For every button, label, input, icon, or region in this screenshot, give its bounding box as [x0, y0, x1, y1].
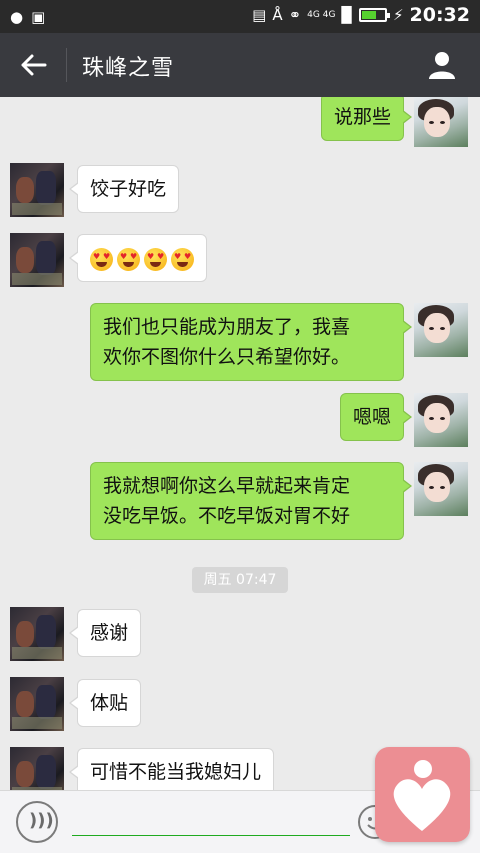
contact-avatar[interactable]: [10, 607, 64, 661]
signal-icon: ▉: [341, 6, 353, 24]
message-text-line: 没吃早饭。不吃早饭对胃不好: [103, 505, 351, 527]
my-avatar[interactable]: [414, 303, 468, 357]
message-text: 嗯嗯: [352, 406, 391, 428]
my-avatar[interactable]: [414, 97, 468, 147]
message-bubble[interactable]: 说那些: [320, 97, 413, 141]
timestamp: 周五 07:47: [192, 567, 288, 593]
message-bubble[interactable]: 我们也只能成为朋友了，我喜 欢你不图你什么只希望你好。: [90, 303, 412, 381]
back-arrow-icon: [21, 54, 47, 76]
message-text: 说那些: [333, 106, 391, 128]
message-text-line: 我就想啊你这么早就起来肯定: [103, 475, 351, 497]
contact-avatar[interactable]: [10, 747, 64, 790]
heart-eyes-emoji-icon: ♥ ♥: [90, 248, 113, 271]
contact-avatar[interactable]: [10, 233, 64, 287]
message-text: 体贴: [90, 692, 129, 714]
back-button[interactable]: [18, 49, 50, 81]
chat-title: 珠峰之雪: [82, 56, 175, 81]
status-bar: ● ▣ ▤ Å ⚭ 4G 4G ▉ ⚡ 20:32: [0, 0, 480, 33]
heart-eyes-emoji-icon: ♥ ♥: [144, 248, 167, 271]
heart-widget-icon: [393, 760, 451, 831]
heart-eyes-emoji-icon: ♥ ♥: [171, 248, 194, 271]
message-bubble[interactable]: 感谢: [68, 609, 142, 657]
profile-icon: [429, 52, 455, 79]
headset-icon: ⚭: [288, 6, 302, 24]
message-text: 饺子好吃: [90, 178, 167, 200]
my-avatar[interactable]: [414, 462, 468, 516]
floating-heart-widget[interactable]: [375, 747, 470, 842]
app-notification-icon: ●: [10, 8, 24, 26]
profile-button[interactable]: [426, 49, 458, 81]
heart-eyes-emoji-icon: ♥ ♥: [117, 248, 140, 271]
network-type: 4G 4G: [307, 10, 336, 20]
voice-icon: ))): [29, 810, 54, 831]
message-text: 感谢: [90, 622, 129, 644]
message-bubble[interactable]: 体贴: [68, 679, 142, 727]
battery-icon: [358, 8, 390, 22]
image-notification-icon: ▣: [31, 8, 46, 26]
message-text: 可惜不能当我媳妇儿: [90, 761, 262, 783]
message-bubble[interactable]: 嗯嗯: [339, 393, 413, 441]
voice-button[interactable]: ))): [16, 801, 58, 843]
chat-area[interactable]: 说那些 饺子好吃 ♥ ♥ ♥ ♥ ♥ ♥ ♥ ♥ 我们也只能成为朋友了，我喜 欢你不图你…: [0, 97, 480, 790]
header-divider: [66, 48, 67, 82]
charging-icon: ⚡: [392, 6, 404, 24]
my-avatar[interactable]: [414, 393, 468, 447]
message-bubble[interactable]: 可惜不能当我媳妇儿: [68, 748, 275, 790]
message-input[interactable]: [72, 835, 350, 836]
contact-avatar[interactable]: [10, 163, 64, 217]
message-bubble[interactable]: 我就想啊你这么早就起来肯定 没吃早饭。不吃早饭对胃不好: [90, 462, 412, 540]
bluetooth-icon: Å: [272, 6, 283, 24]
status-time: 20:32: [409, 4, 470, 26]
screen-icon: ▤: [252, 6, 267, 24]
message-text-line: 我们也只能成为朋友了，我喜: [103, 316, 351, 338]
message-bubble[interactable]: 饺子好吃: [68, 165, 180, 213]
message-text-line: 欢你不图你什么只希望你好。: [103, 346, 351, 368]
contact-avatar[interactable]: [10, 677, 64, 731]
message-bubble[interactable]: ♥ ♥ ♥ ♥ ♥ ♥ ♥ ♥: [69, 234, 207, 282]
chat-header: 珠峰之雪: [0, 33, 480, 97]
